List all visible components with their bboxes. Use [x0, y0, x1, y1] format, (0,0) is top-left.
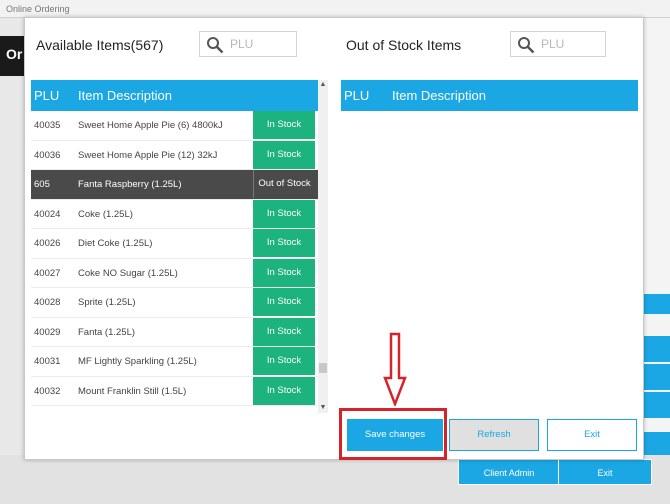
- table-row[interactable]: 40029 Fanta (1.25L) In Stock: [31, 317, 318, 347]
- available-search-placeholder: PLU: [230, 37, 254, 51]
- available-search-input[interactable]: PLU: [199, 31, 297, 57]
- app-right-block: [643, 392, 670, 418]
- client-admin-button[interactable]: Client Admin: [458, 459, 560, 485]
- app-sidebar: Or: [0, 36, 24, 76]
- table-row[interactable]: 40035 Sweet Home Apple Pie (6) 4800kJ In S…: [31, 111, 318, 141]
- row-description: Sweet Home Apple Pie (6) 4800kJ: [78, 120, 223, 131]
- row-description: Fanta (1.25L): [78, 326, 136, 338]
- row-description: Sprite (1.25L): [78, 297, 136, 308]
- refresh-button[interactable]: Refresh: [449, 419, 539, 451]
- row-plu: 40026: [34, 238, 61, 249]
- exit-button[interactable]: Exit: [547, 419, 637, 451]
- app-right-block: [643, 336, 670, 362]
- row-description: MF Lightly Sparkling (1.25L): [78, 356, 197, 367]
- table-row[interactable]: 40036 Sweet Home Apple Pie (12) 32kJ In St…: [31, 140, 318, 170]
- stock-dialog: Available Items(567) PLU Out of Stock It…: [24, 17, 644, 460]
- stock-status-toggle[interactable]: In Stock: [253, 111, 315, 139]
- table-row[interactable]: 40026 Diet Coke (1.25L) In Stock: [31, 229, 318, 259]
- col-plu-header: PLU: [34, 88, 60, 103]
- row-plu: 40036: [34, 149, 61, 161]
- row-description: Coke NO Sugar (1.25L): [78, 267, 178, 279]
- available-items-list: 40035 Sweet Home Apple Pie (6) 4800kJ In S…: [31, 111, 318, 413]
- stock-status-toggle[interactable]: In Stock: [253, 347, 315, 375]
- table-row[interactable]: 40028 Sprite (1.25L) In Stock: [31, 288, 318, 318]
- search-icon: [518, 37, 535, 54]
- app-exit-button[interactable]: Exit: [558, 459, 652, 485]
- scroll-up-icon[interactable]: ▲: [318, 80, 328, 90]
- app-sidebar-label: Or: [6, 46, 23, 62]
- col-description-header: Item Description: [78, 88, 172, 103]
- col-description-header: Item Description: [392, 88, 486, 103]
- table-row[interactable]: 605 Fanta Raspberry (1.25L) Out of Stock: [31, 170, 318, 200]
- row-plu: 40032: [34, 385, 61, 397]
- row-plu: 605: [34, 179, 50, 190]
- app-title-bar: Online Ordering: [0, 0, 670, 18]
- available-items-title: Available Items(567): [36, 37, 164, 53]
- stock-status-toggle[interactable]: In Stock: [253, 376, 315, 405]
- row-plu: 40035: [34, 120, 61, 131]
- row-description: Mount Franklin Still (1.5L): [78, 385, 187, 397]
- stock-status-toggle[interactable]: In Stock: [253, 288, 315, 316]
- row-plu: 40027: [34, 267, 61, 279]
- search-icon: [207, 37, 224, 54]
- row-plu: 40031: [34, 356, 61, 367]
- available-grid-header: PLU Item Description: [31, 80, 318, 111]
- out-of-stock-grid-header: PLU Item Description: [341, 80, 638, 111]
- app-right-block: [643, 294, 670, 314]
- table-row[interactable]: 40027 Coke NO Sugar (1.25L) In Stock: [31, 258, 318, 288]
- table-row[interactable]: 40032 Mount Franklin Still (1.5L) In Stock: [31, 376, 318, 406]
- stock-status-toggle[interactable]: In Stock: [253, 140, 315, 169]
- row-plu: 40024: [34, 208, 61, 220]
- app-right-block: [643, 364, 670, 390]
- scroll-thumb[interactable]: [319, 363, 327, 373]
- annotation-arrow-icon: [383, 332, 407, 406]
- row-description: Coke (1.25L): [78, 208, 133, 220]
- out-of-stock-search-placeholder: PLU: [541, 37, 565, 51]
- stock-status-toggle[interactable]: In Stock: [253, 229, 315, 257]
- col-plu-header: PLU: [344, 88, 370, 103]
- available-scrollbar[interactable]: ▲ ▼: [318, 80, 328, 413]
- app-right-panel: [643, 18, 670, 504]
- table-row[interactable]: 40024 Coke (1.25L) In Stock: [31, 199, 318, 229]
- stock-status-toggle[interactable]: In Stock: [253, 317, 315, 346]
- row-plu: 40028: [34, 297, 61, 308]
- row-description: Sweet Home Apple Pie (12) 32kJ: [78, 149, 218, 161]
- out-of-stock-search-input[interactable]: PLU: [510, 31, 606, 57]
- row-description: Fanta Raspberry (1.25L): [78, 179, 182, 190]
- stock-status-toggle[interactable]: In Stock: [253, 258, 315, 287]
- out-of-stock-title: Out of Stock Items: [346, 37, 462, 53]
- row-plu: 40029: [34, 326, 61, 338]
- stock-status-toggle[interactable]: In Stock: [253, 199, 315, 228]
- scroll-down-icon[interactable]: ▼: [318, 403, 328, 413]
- app-title: Online Ordering: [6, 4, 70, 14]
- table-row[interactable]: 40031 MF Lightly Sparkling (1.25L) In Stoc…: [31, 347, 318, 377]
- row-description: Diet Coke (1.25L): [78, 238, 153, 249]
- stock-status-toggle[interactable]: Out of Stock: [253, 170, 315, 198]
- annotation-highlight-box: [339, 408, 447, 460]
